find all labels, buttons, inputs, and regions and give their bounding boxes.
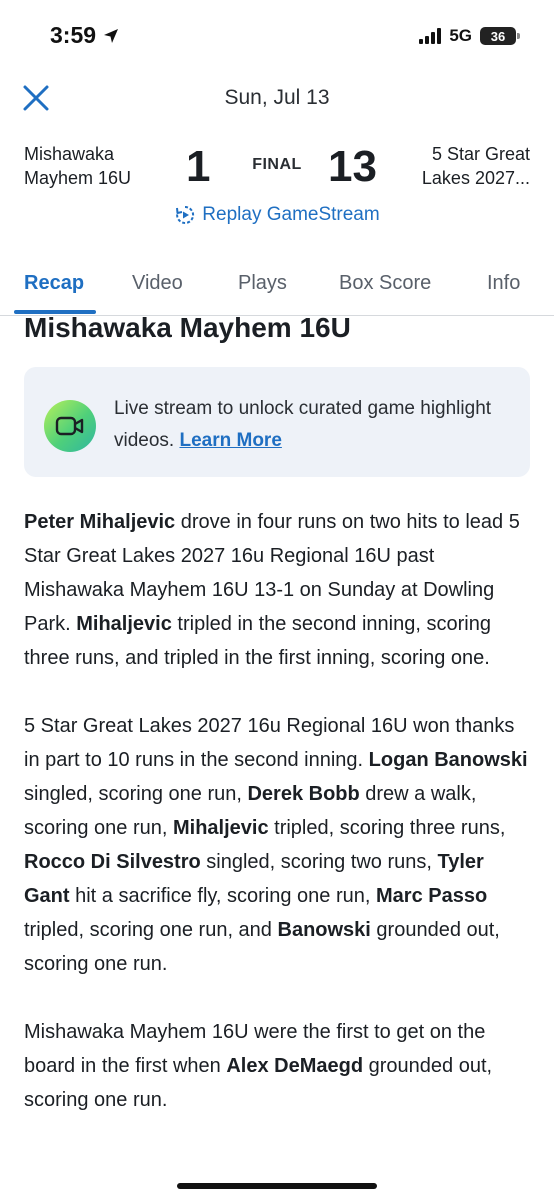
battery-icon: 36 [480,27,520,45]
recap-paragraph-1: Peter Mihaljevic drove in four runs on t… [24,505,534,675]
player-name: Rocco Di Silvestro [24,851,201,873]
replay-icon [176,205,195,224]
player-name: Logan Banowski [368,749,528,771]
promo-message: Live stream to unlock curated game highl… [114,398,492,451]
home-indicator[interactable] [177,1183,377,1189]
tab-video[interactable]: Video [132,272,183,295]
battery-level: 36 [490,28,506,44]
signal-icon [419,28,442,44]
tab-recap[interactable]: Recap [24,272,84,295]
recap-paragraph-2: 5 Star Great Lakes 2027 16u Regional 16U… [24,709,534,981]
recap-article: Peter Mihaljevic drove in four runs on t… [24,505,534,1151]
recap-text: tripled, scoring three runs, [268,817,506,839]
video-camera-icon [44,400,96,452]
player-name: Marc Passo [376,885,488,907]
recap-text: hit a sacrifice fly, scoring one run, [69,885,376,907]
recap-text: singled, scoring two runs, [200,851,438,873]
player-name: Mihaljevic [76,613,172,635]
tab-box-score[interactable]: Box Score [339,272,431,295]
recap-text: singled, scoring one run, [24,783,248,805]
tab-bar: Recap Video Plays Box Score Info [0,262,554,316]
status-bar: 3:59 5G 36 [0,0,554,74]
game-date: Sun, Jul 13 [224,86,330,109]
recap-paragraph-3: Mishawaka Mayhem 16U were the first to g… [24,1015,534,1117]
player-name: Banowski [277,919,371,941]
replay-gamestream-button[interactable]: Replay GameStream [0,200,554,230]
away-team-line2: Lakes 2027... [421,168,530,188]
player-name: Peter Mihaljevic [24,511,176,533]
status-indicators: 5G 36 [419,26,520,46]
away-team-name[interactable]: 5 Star Great Lakes 2027... [380,142,530,190]
promo-text-block: Live stream to unlock curated game highl… [114,393,514,457]
player-name: Alex DeMaegd [226,1055,364,1077]
replay-label: Replay GameStream [202,204,380,225]
recap-text: tripled, scoring one run, and [24,919,278,941]
recap-title: Mishawaka Mayhem 16U [24,312,351,343]
tab-info[interactable]: Info [487,272,520,295]
tab-plays[interactable]: Plays [238,272,287,295]
player-name: Derek Bobb [247,783,360,805]
scoreboard: Mishawaka Mayhem 16U 1 FINAL 13 5 Star G… [0,140,554,200]
away-score: 13 [328,142,377,191]
status-time: 3:59 [50,22,120,49]
game-header: Sun, Jul 13 [0,74,554,124]
learn-more-link[interactable]: Learn More [179,430,281,451]
livestream-promo-card: Live stream to unlock curated game highl… [24,367,530,477]
location-arrow-icon [104,28,119,43]
status-time-text: 3:59 [50,22,97,48]
network-type: 5G [449,26,472,45]
player-name: Mihaljevic [172,817,269,839]
away-team-line1: 5 Star Great [431,144,530,164]
